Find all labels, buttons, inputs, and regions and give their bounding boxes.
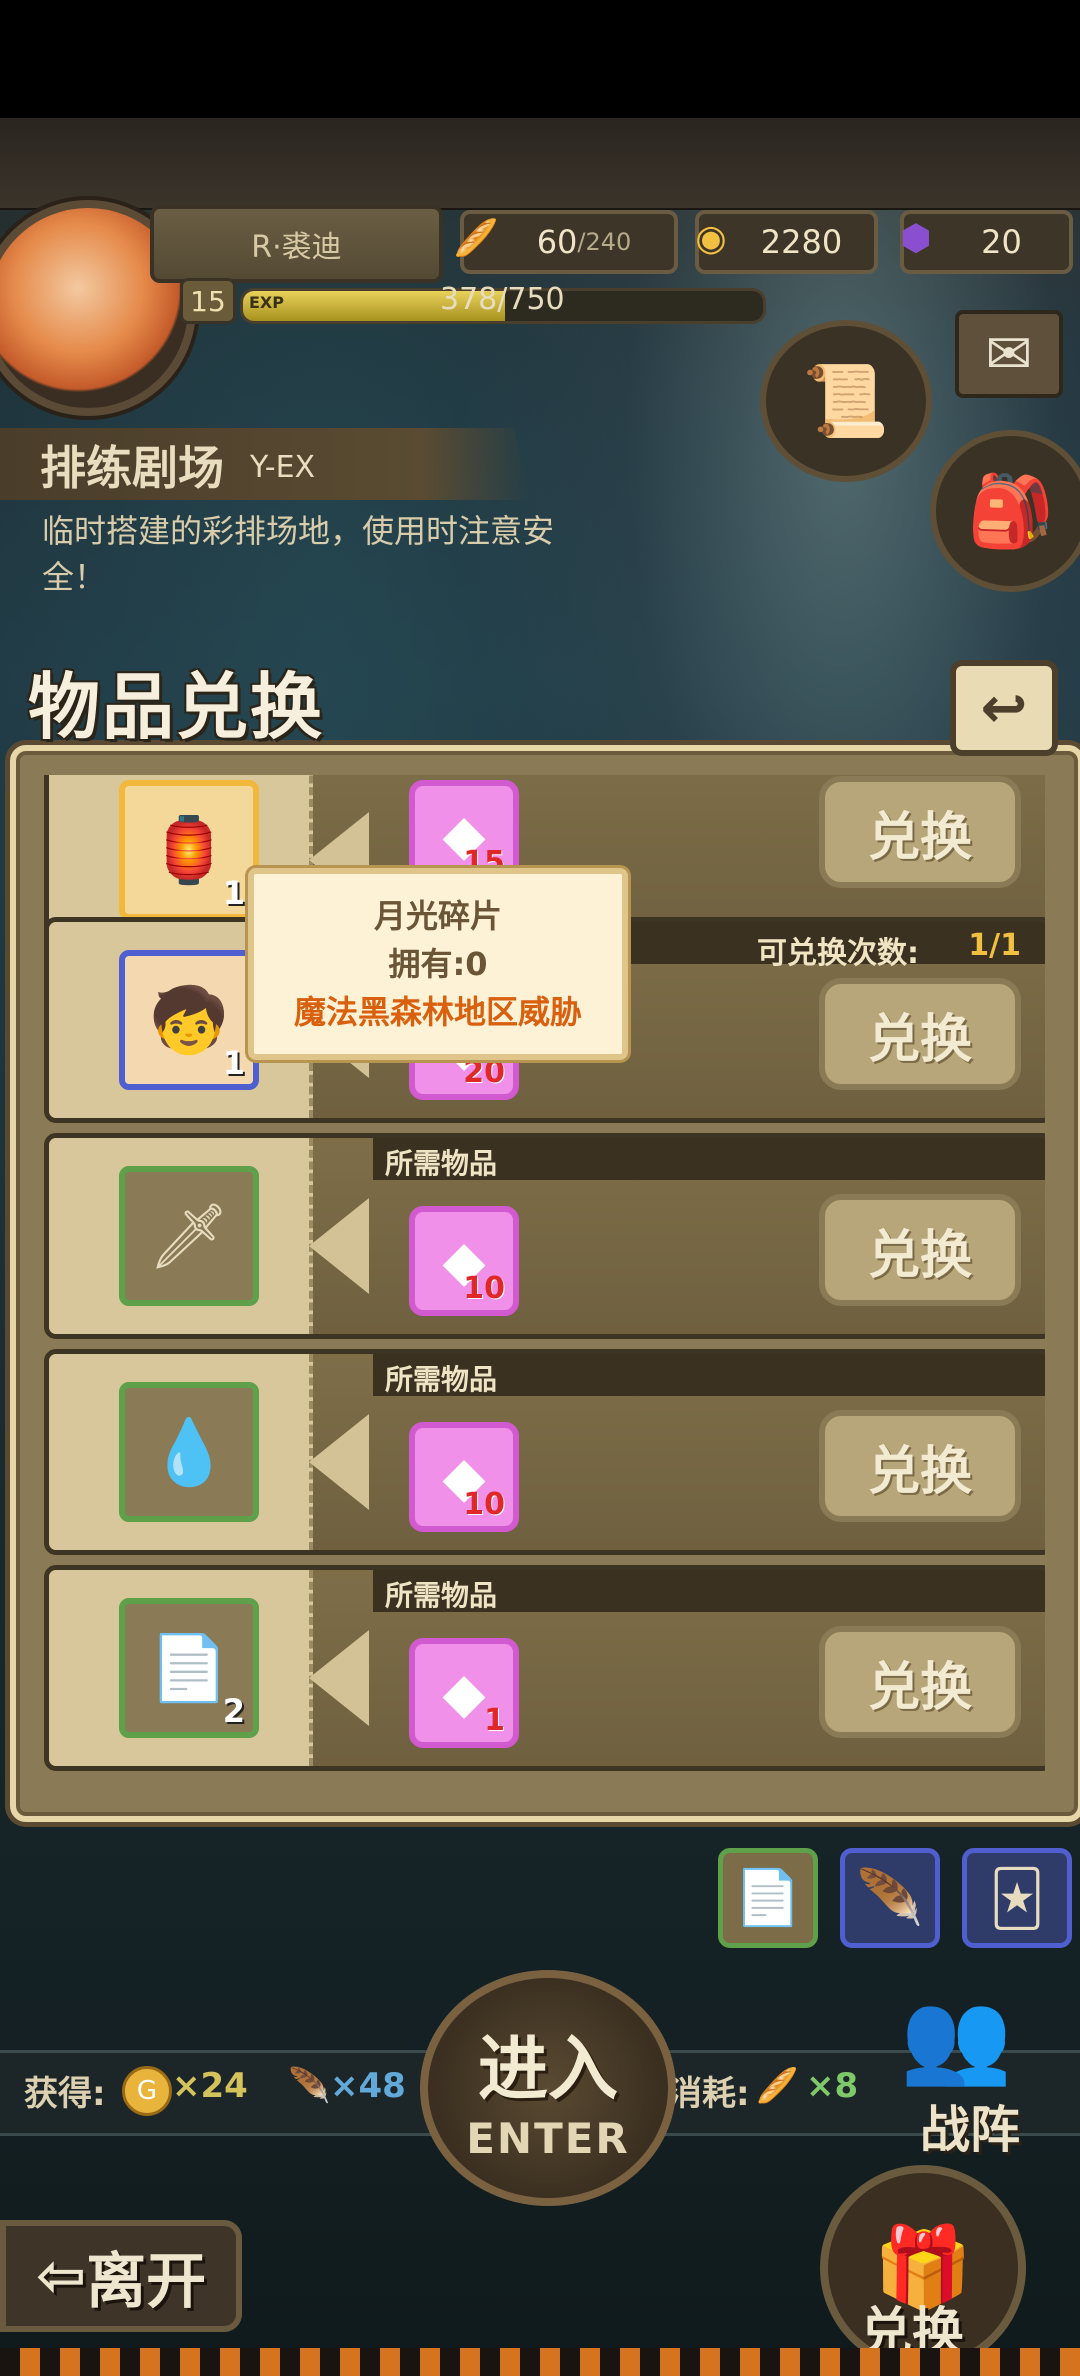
reward-count: 1	[222, 1044, 245, 1082]
feather-icon: 🪶	[288, 2066, 331, 2106]
required-items-label: 所需物品	[385, 1363, 498, 1396]
leave-button[interactable]: ⇦ 离开	[0, 2220, 242, 2332]
gold-reward: ×24	[172, 2066, 248, 2106]
mail-icon[interactable]: ✉	[955, 310, 1063, 398]
gain-label: 获得:	[24, 2074, 106, 2114]
exp-text: 378/750	[440, 282, 565, 317]
feather-reward: ×48	[330, 2066, 406, 2106]
exp-label: EXP	[249, 293, 284, 312]
cost-count: 1	[484, 1703, 505, 1738]
tooltip-region: 魔法黑森林地区威胁	[293, 993, 582, 1031]
cost-count: 10	[463, 1271, 505, 1306]
reward-count: 2	[222, 1692, 245, 1730]
item-tooltip: 月光碎片 拥有:0 魔法黑森林地区威胁	[248, 868, 628, 1060]
quest-scroll-icon[interactable]: 📜	[760, 320, 932, 482]
gold-coin-icon: ◉	[695, 217, 727, 259]
paper-scrap-icon[interactable]: 📄 2	[119, 1598, 259, 1738]
exchange-row: 所需物品 💧 ◆ 10 兑换	[44, 1349, 1045, 1555]
back-arrow-icon: ⇦	[35, 2241, 87, 2311]
back-arrow-icon[interactable]: ↩	[950, 660, 1058, 756]
gold-counter[interactable]: ◉ 2280	[695, 210, 878, 274]
exchange-button[interactable]: 兑换	[819, 776, 1021, 888]
exchange-button[interactable]: 兑换	[819, 978, 1021, 1090]
gold-amount: 2280	[760, 223, 843, 261]
exchange-count-value: 1/1	[968, 928, 1021, 963]
bread-cost: ×8	[806, 2066, 859, 2106]
leave-label: 离开	[86, 2246, 207, 2317]
tooltip-owned: 拥有:0	[388, 945, 488, 983]
top-wood-frame	[0, 118, 1080, 210]
character-card-icon[interactable]: 🧒 1	[119, 950, 259, 1090]
water-drops-icon[interactable]: 💧	[119, 1382, 259, 1522]
formation-character-icon: 👥	[900, 1985, 1013, 2090]
exchange-button[interactable]: 兑换	[819, 1194, 1021, 1306]
stamina-max: /240	[577, 228, 632, 256]
stamina-current: 60	[536, 223, 578, 261]
exchange-count-label: 可兑换次数:	[757, 936, 919, 971]
gem-amount: 20	[981, 223, 1022, 261]
player-level: 15	[180, 278, 236, 324]
player-name: R·裘迪	[150, 205, 443, 283]
exchange-row: 所需物品 📄 2 ◆ 1 兑换	[44, 1565, 1045, 1771]
stamina-counter[interactable]: 🥖 60/240	[454, 210, 678, 274]
exchange-row: 所需物品 🗡 ◆ 10 兑换	[44, 1133, 1045, 1339]
bread-icon: 🥖	[453, 218, 499, 259]
lantern-icon[interactable]: 🏮 1	[119, 780, 259, 920]
bottom-trim	[0, 2348, 1080, 2376]
cost-label: 消耗:	[668, 2074, 750, 2114]
backpack-icon[interactable]: 🎒	[930, 430, 1080, 592]
s-card-icon[interactable]: 🃏	[962, 1848, 1072, 1948]
stage-description: 临时搭建的彩排场地，使用时注意安全！	[42, 512, 555, 596]
moonlight-shard-icon[interactable]: ◆ 10	[409, 1422, 519, 1532]
formation-label: 战阵	[920, 2101, 1020, 2159]
cost-count: 20	[463, 1055, 505, 1090]
bread-icon: 🥖	[756, 2066, 799, 2106]
cost-count: 10	[463, 1487, 505, 1522]
sword-icon[interactable]: 🗡	[119, 1166, 259, 1306]
stage-title: 排练剧场	[40, 441, 224, 495]
moonlight-shard-icon[interactable]: ◆ 1	[409, 1638, 519, 1748]
enter-label-cn: 进入	[478, 2028, 618, 2110]
required-items-label: 所需物品	[385, 1147, 498, 1180]
enter-button[interactable]: 进入 ENTER	[420, 1970, 676, 2206]
exchange-button[interactable]: 兑换	[819, 1626, 1021, 1738]
paper-scrap-icon[interactable]: 📄	[718, 1848, 818, 1948]
exchange-button[interactable]: 兑换	[819, 1410, 1021, 1522]
gem-counter[interactable]: ⬢ 20	[900, 210, 1073, 274]
tooltip-item-name: 月光碎片	[373, 897, 502, 935]
required-items-label: 所需物品	[385, 1579, 498, 1612]
panel-title: 物品兑换	[28, 665, 325, 749]
gold-coin-icon: G	[122, 2066, 172, 2116]
purple-gem-icon: ⬢	[900, 217, 932, 259]
reward-count: 1	[222, 874, 245, 912]
material-pile-icon[interactable]: 🪶	[840, 1848, 940, 1948]
moonlight-shard-icon[interactable]: ◆ 10	[409, 1206, 519, 1316]
enter-label-en: ENTER	[466, 2114, 630, 2163]
stage-subtitle: Y-EX	[250, 450, 316, 485]
